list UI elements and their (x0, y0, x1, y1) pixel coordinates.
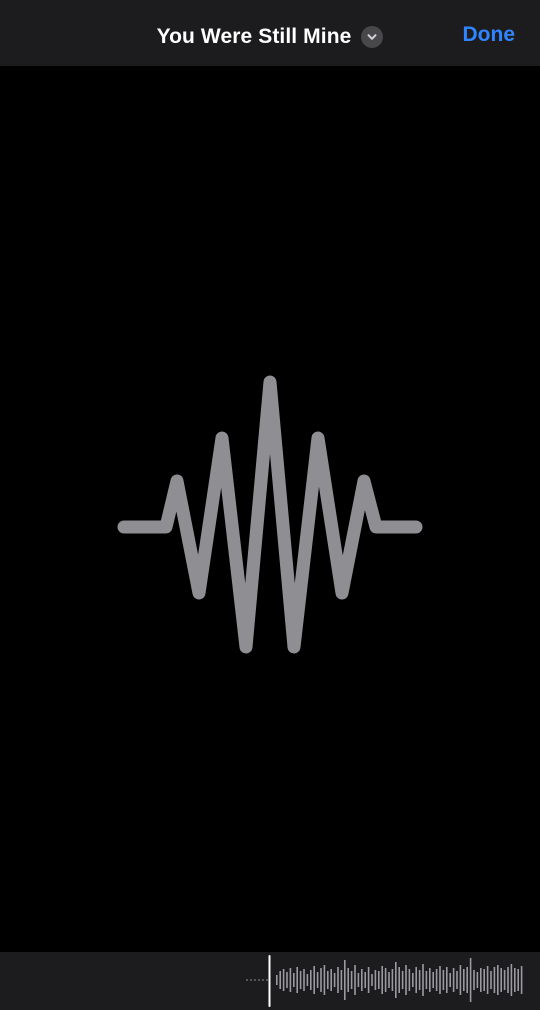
playhead[interactable] (268, 955, 271, 1007)
main-area (0, 66, 540, 952)
scrubber-bar (517, 969, 519, 991)
scrubber-bar (469, 958, 472, 1002)
waveform-scrubber[interactable] (0, 952, 540, 1010)
scrubber-bar (520, 966, 523, 994)
scrubber-bar (452, 968, 455, 992)
scrubber-bar (439, 966, 441, 994)
scrubber-bar (480, 968, 482, 992)
scrubber-bar (388, 972, 390, 988)
scrubber-bar (320, 968, 322, 992)
scrubber-bars (276, 958, 523, 1002)
title-group[interactable]: You Were Still Mine (0, 22, 540, 52)
scrubber-bar (340, 970, 343, 990)
scrubber-bar (286, 972, 288, 988)
scrubber-bar (330, 969, 332, 991)
scrubber-bar (503, 970, 506, 990)
scrubber-bar (361, 969, 363, 991)
scrubber-bar (449, 973, 451, 987)
scrubber-bar (422, 964, 424, 996)
scrubber-bar (303, 969, 305, 991)
scrubber-bar (514, 968, 516, 992)
scrubber-bar (401, 971, 404, 989)
scrubber-bar (374, 970, 377, 990)
scrubber-bar (497, 965, 499, 995)
scrubber-bar (344, 960, 346, 1000)
scrubber-bar (408, 969, 411, 991)
scrubber-bar (391, 969, 394, 991)
scrubber-bar (313, 966, 315, 994)
scrubber-bar (367, 967, 370, 993)
scrubber-bar (473, 970, 475, 990)
waveform-icon (117, 375, 423, 654)
scrubber-bar (299, 971, 302, 989)
scrubber-bar (327, 971, 329, 989)
scrubber-bar (415, 967, 417, 993)
scrubber-bar (357, 973, 360, 987)
scrubber-bar (510, 964, 513, 996)
scrubber-bar (456, 971, 458, 989)
scrubber-bar (310, 970, 312, 990)
nav-bar: You Were Still Mine Done (0, 0, 540, 66)
scrubber-bar (347, 968, 349, 992)
scrubber-bar (405, 965, 407, 995)
scrubber-bar (493, 967, 496, 993)
scrubber-bar (425, 971, 428, 989)
scrubber-bar (350, 971, 353, 989)
chevron-down-icon (367, 34, 377, 40)
scrubber-bar (333, 973, 336, 987)
recording-title[interactable]: You Were Still Mine (157, 25, 352, 49)
title-options-button[interactable] (361, 26, 384, 48)
scrubber-bar (490, 971, 492, 989)
scrubber-bar (398, 967, 400, 993)
scrubber-bar (337, 967, 339, 993)
scrubber-bar (412, 973, 414, 987)
scrubber-bar (293, 973, 295, 987)
scrubber-bar (371, 974, 373, 986)
done-button[interactable]: Done (463, 23, 516, 47)
scrubber-bar (323, 965, 326, 995)
scrubber-bar (442, 970, 445, 990)
scrubber-bar (276, 975, 278, 985)
scrubber-bar (432, 972, 434, 988)
scrubber-bar (476, 972, 479, 988)
scrubber-bar (279, 971, 281, 989)
scrubber-bar (463, 969, 465, 991)
scrubber-bar (459, 965, 462, 995)
scrubber-bar (500, 968, 502, 992)
scrubber-bar (384, 968, 387, 992)
scrubber-bar (296, 967, 298, 993)
scrubber-bar (316, 972, 319, 988)
scrubber-bar (306, 974, 309, 986)
scrubber-bar (486, 966, 489, 994)
scrubber-bar (483, 969, 485, 991)
scrubber-bar (354, 965, 356, 995)
audio-waveform-scrubber[interactable] (0, 952, 540, 1010)
scrubber-bar (289, 968, 292, 992)
scrubber-bar (435, 969, 438, 991)
scrubber-bar (429, 968, 431, 992)
scrubber-bar (446, 967, 448, 993)
scrubber-bar (364, 972, 366, 988)
scrubber-bar (466, 967, 468, 993)
scrubber-bar (507, 967, 509, 993)
scrubber-bar (381, 966, 383, 994)
scrubber-bar (418, 970, 421, 990)
scrubber-bar (282, 969, 285, 991)
scrubber-bar (395, 962, 397, 998)
scrubber-bar (378, 971, 380, 989)
